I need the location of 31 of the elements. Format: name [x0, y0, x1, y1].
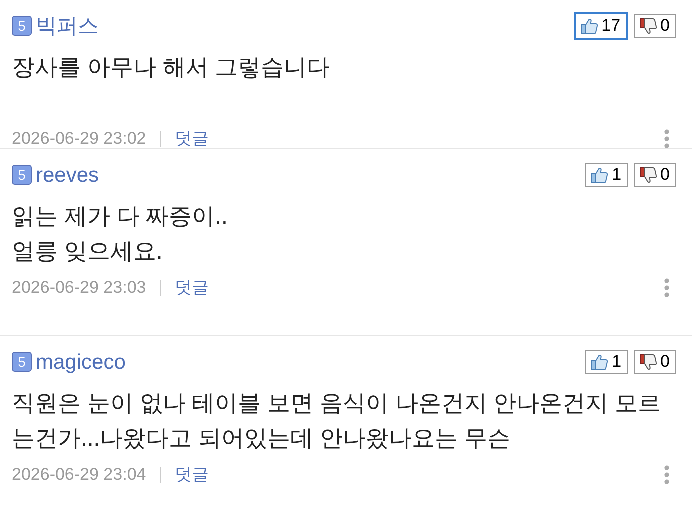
reply-link[interactable]: 덧글 — [175, 275, 210, 300]
like-button[interactable]: 1 — [585, 350, 628, 374]
dislike-button[interactable]: 0 — [634, 14, 676, 38]
more-options-icon[interactable] — [664, 128, 670, 149]
thumbs-up-icon — [591, 166, 610, 184]
comment-text: 장사를 아무나 해서 그렇습니다 — [12, 53, 332, 82]
thumbs-up-icon — [580, 18, 599, 34]
comment-timestamp: 2026-06-29 23:04 — [12, 464, 146, 486]
comment-text: 얼릉 잊으세요. — [12, 237, 164, 266]
level-badge: 5 — [12, 352, 32, 372]
author-name[interactable]: reeves — [36, 164, 100, 186]
more-options-icon[interactable] — [664, 464, 670, 485]
author-name[interactable]: magiceco — [36, 352, 126, 372]
dislike-button[interactable]: 0 — [634, 350, 676, 374]
thumbs-down-icon — [640, 354, 658, 370]
like-button[interactable]: 17 — [574, 12, 628, 40]
comment-text: 읽는 제가 다 짜증이.. — [12, 202, 229, 231]
reply-link[interactable]: 덧글 — [175, 126, 210, 152]
level-badge: 5 — [12, 16, 32, 36]
dislike-button[interactable]: 0 — [634, 163, 676, 187]
thumbs-up-icon — [591, 354, 610, 370]
thumbs-down-icon — [640, 166, 658, 184]
comment-text: 직원은 눈이 없나 테이블 보면 음식이 나온건지 안나온건지 모르는건가...나왔다고 되어있는데 안나왔나요는 무슨 — [12, 389, 662, 453]
comment-timestamp: 2026-06-29 23:02 — [12, 128, 146, 150]
level-badge: 5 — [12, 165, 32, 185]
comment-timestamp: 2026-06-29 23:03 — [12, 277, 146, 299]
thumbs-down-icon — [640, 18, 658, 34]
reply-link[interactable]: 덧글 — [175, 462, 210, 488]
author-name[interactable]: 빅퍼스 — [36, 16, 99, 36]
like-button[interactable]: 1 — [585, 163, 628, 187]
more-options-icon[interactable] — [664, 278, 670, 298]
